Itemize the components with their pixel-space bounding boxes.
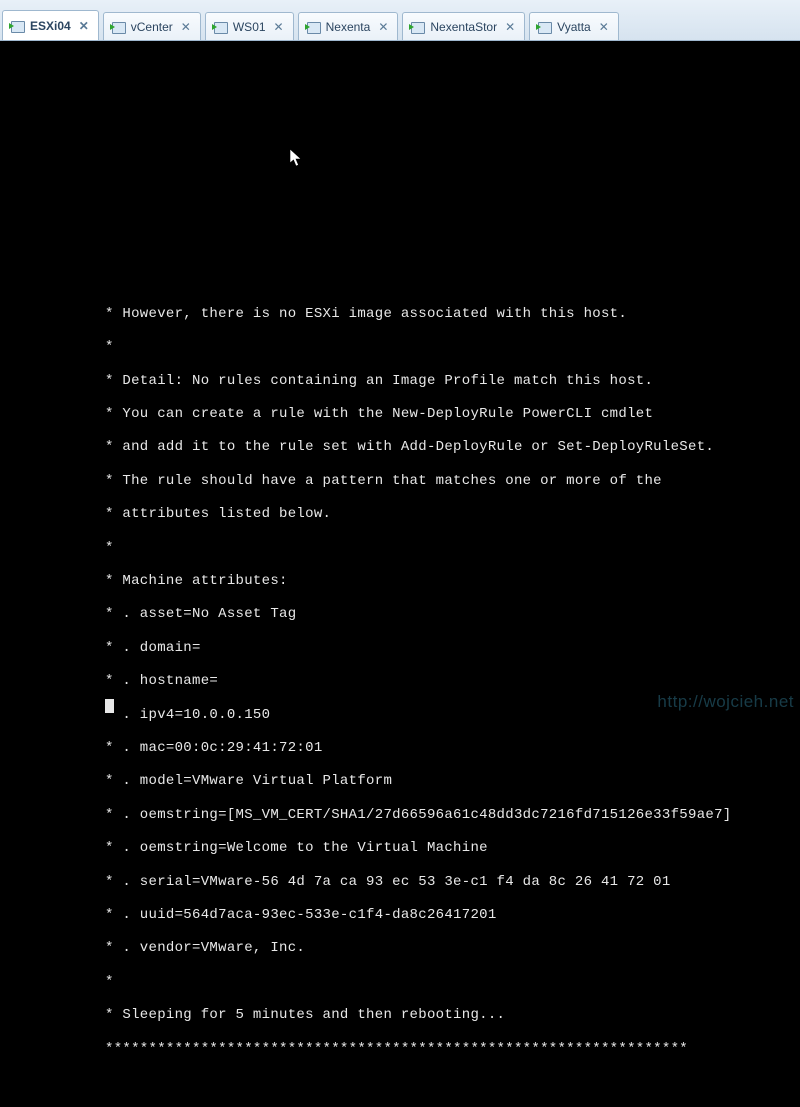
tab-vyatta[interactable]: Vyatta ✕ (529, 12, 619, 40)
console-line: * . domain= (105, 640, 800, 657)
console-line: * You can create a rule with the New-Dep… (105, 406, 800, 423)
tab-label: Nexenta (326, 20, 371, 34)
tab-ws01[interactable]: WS01 ✕ (205, 12, 294, 40)
console-line: * Machine attributes: (105, 573, 800, 590)
tab-label: Vyatta (557, 20, 591, 34)
console-line: * Sleeping for 5 minutes and then reboot… (105, 1007, 800, 1024)
console-line: * . uuid=564d7aca-93ec-533e-c1f4-da8c264… (105, 907, 800, 924)
tab-label: NexentaStor (430, 20, 497, 34)
tab-nexenta[interactable]: Nexenta ✕ (298, 12, 399, 40)
console-line: * . asset=No Asset Tag (105, 606, 800, 623)
text-cursor (105, 699, 114, 713)
console-line: ****************************************… (105, 1041, 800, 1058)
tab-label: WS01 (233, 20, 266, 34)
close-icon[interactable]: ✕ (596, 20, 612, 34)
console-line: * (105, 339, 800, 356)
vm-icon (409, 19, 425, 35)
close-icon[interactable]: ✕ (76, 19, 92, 33)
console-line: * The rule should have a pattern that ma… (105, 473, 800, 490)
watermark-text: http://wojcieh.net (657, 692, 794, 712)
console-line: * (105, 540, 800, 557)
vm-icon (536, 19, 552, 35)
tab-label: vCenter (131, 20, 173, 34)
console-line: * . mac=00:0c:29:41:72:01 (105, 740, 800, 757)
close-icon[interactable]: ✕ (375, 20, 391, 34)
console-line: * Detail: No rules containing an Image P… (105, 373, 800, 390)
console-line (105, 1074, 800, 1091)
tab-bar: ESXi04 ✕ vCenter ✕ WS01 ✕ Nexenta ✕ Nexe… (0, 0, 800, 41)
tab-nexentastor[interactable]: NexentaStor ✕ (402, 12, 525, 40)
close-icon[interactable]: ✕ (178, 20, 194, 34)
console-line: * . model=VMware Virtual Platform (105, 773, 800, 790)
tab-label: ESXi04 (30, 19, 71, 33)
console-line: * (105, 974, 800, 991)
console-line: * . hostname= (105, 673, 800, 690)
console-line: * . oemstring=Welcome to the Virtual Mac… (105, 840, 800, 857)
console-line: * and add it to the rule set with Add-De… (105, 439, 800, 456)
tab-esxi04[interactable]: ESXi04 ✕ (2, 10, 99, 40)
close-icon[interactable]: ✕ (502, 20, 518, 34)
close-icon[interactable]: ✕ (271, 20, 287, 34)
vm-icon (110, 19, 126, 35)
tab-vcenter[interactable]: vCenter ✕ (103, 12, 201, 40)
console-line: * attributes listed below. (105, 506, 800, 523)
console-line: * . vendor=VMware, Inc. (105, 940, 800, 957)
vm-icon (9, 18, 25, 34)
vm-icon (212, 19, 228, 35)
vm-icon (305, 19, 321, 35)
console-line: * However, there is no ESXi image associ… (105, 306, 800, 323)
console-line: * . serial=VMware-56 4d 7a ca 93 ec 53 3… (105, 874, 800, 891)
console-line: * . oemstring=[MS_VM_CERT/SHA1/27d66596a… (105, 807, 800, 824)
console-output[interactable]: * However, there is no ESXi image associ… (0, 41, 800, 716)
